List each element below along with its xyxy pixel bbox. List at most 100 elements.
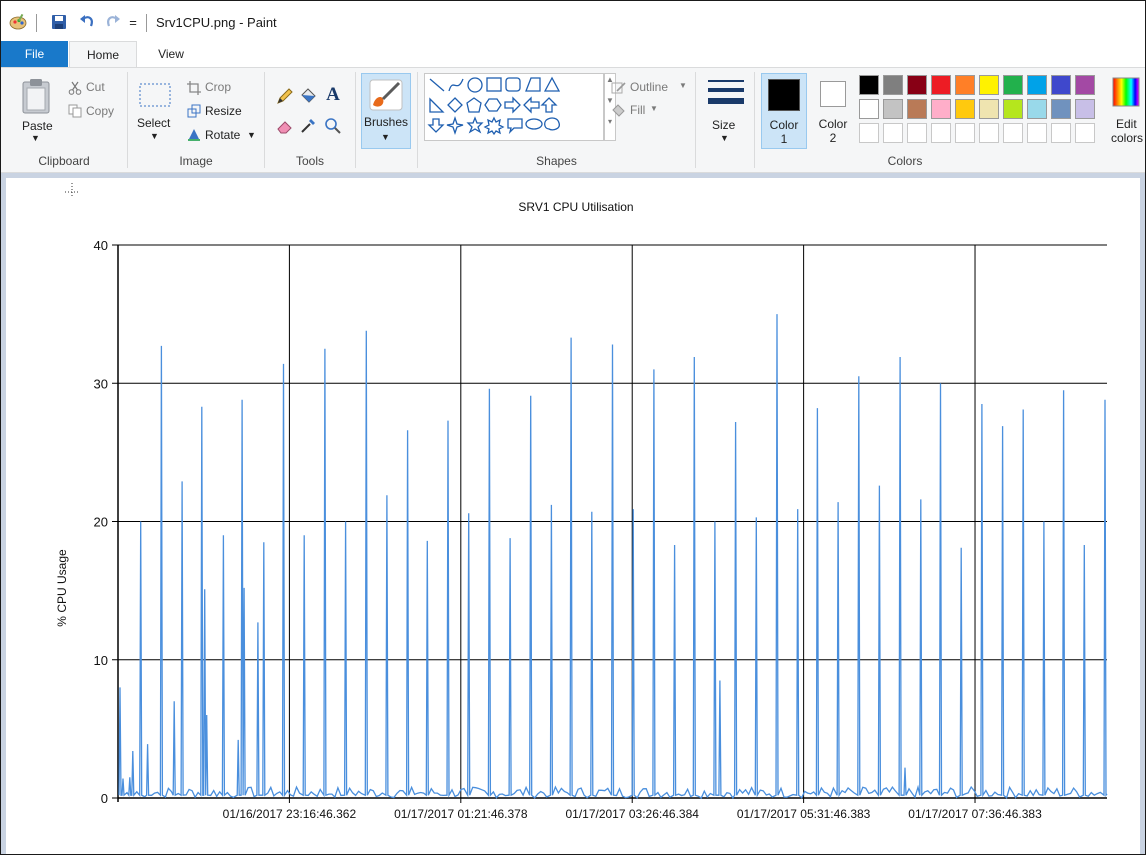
color1-button[interactable]: Color 1 (761, 73, 807, 149)
tab-view[interactable]: View (141, 41, 201, 67)
palette-swatch[interactable] (955, 99, 975, 119)
undo-icon[interactable] (76, 12, 98, 32)
palette-swatch[interactable] (1027, 75, 1047, 95)
drawing-canvas[interactable]: SRV1 CPU Utilisation % CPU Usage 0 10 20 30… (6, 178, 1140, 854)
color-picker-icon[interactable] (298, 116, 318, 136)
outline-button[interactable]: Outline (630, 80, 668, 94)
custom-color-slot[interactable] (1027, 123, 1047, 143)
palette-swatch[interactable] (1075, 75, 1095, 95)
qat-dropdown-glyph: = (129, 14, 137, 30)
crop-icon (186, 80, 202, 96)
selection-handle[interactable] (65, 183, 79, 198)
custom-color-slot[interactable] (931, 123, 951, 143)
custom-color-slot[interactable] (1051, 123, 1071, 143)
edit-colors-label-2[interactable]: colors (1111, 131, 1143, 145)
ribbon: Paste ▼ Cut Copy Clipboard Select ▼ Crop… (1, 67, 1145, 173)
outline-dropdown-icon[interactable]: ▼ (679, 81, 687, 90)
palette-swatch[interactable] (979, 99, 999, 119)
brushes-label: Brushes (363, 115, 409, 129)
select-label[interactable]: Select (137, 116, 170, 130)
window-title: Srv1CPU.png - Paint (156, 15, 277, 30)
chart-title: SRV1 CPU Utilisation (518, 200, 633, 214)
y-tick-label: 10 (94, 653, 108, 668)
custom-color-slot[interactable] (1003, 123, 1023, 143)
cut-button[interactable]: Cut (86, 80, 105, 94)
copy-icon (67, 103, 83, 119)
fill-bucket-icon[interactable] (298, 86, 318, 106)
x-tick-label: 01/17/2017 03:26:46.384 (565, 807, 699, 821)
palette-swatch[interactable] (883, 75, 903, 95)
cpu-chart: SRV1 CPU Utilisation % CPU Usage 0 10 20 30… (55, 183, 1108, 821)
fill-button[interactable]: Fill (630, 103, 645, 117)
outline-icon (610, 80, 628, 96)
color1-label: Color (769, 118, 799, 132)
color2-label: Color (818, 117, 848, 131)
x-tick-label: 01/16/2017 23:16:46.362 (223, 807, 357, 821)
palette-swatch[interactable] (1027, 99, 1047, 119)
color2-button[interactable]: Color 2 (811, 73, 857, 149)
copy-button[interactable]: Copy (86, 104, 114, 118)
palette-swatch[interactable] (1051, 75, 1071, 95)
palette-swatch[interactable] (859, 75, 879, 95)
edit-colors-label-1[interactable]: Edit (1116, 117, 1137, 131)
y-tick-label: 20 (94, 515, 108, 530)
y-axis-label: % CPU Usage (55, 549, 69, 627)
tab-file[interactable]: File (1, 41, 68, 67)
palette-swatch[interactable] (1051, 99, 1071, 119)
title-bar: = Srv1CPU.png - Paint (1, 1, 1145, 41)
text-tool-icon[interactable]: A (323, 84, 343, 105)
palette-swatch[interactable] (883, 99, 903, 119)
tools-group: A Tools (265, 68, 355, 172)
x-tick-label: 01/17/2017 05:31:46.383 (737, 807, 871, 821)
eraser-icon[interactable] (275, 116, 295, 136)
fill-icon (610, 102, 628, 118)
customize-qat-dropdown[interactable]: = (127, 12, 139, 32)
crop-button[interactable]: Crop (205, 80, 231, 94)
custom-color-slot[interactable] (955, 123, 975, 143)
redo-icon[interactable] (102, 12, 124, 32)
select-icon[interactable] (138, 82, 172, 108)
y-tick-label: 40 (94, 238, 108, 253)
shapes-gallery[interactable] (424, 73, 604, 141)
palette-swatch[interactable] (1003, 75, 1023, 95)
select-dropdown-icon[interactable]: ▼ (150, 131, 159, 141)
magnifier-icon[interactable] (323, 116, 343, 136)
tools-group-label: Tools (295, 154, 324, 168)
x-tick-label: 01/17/2017 01:21:46.378 (394, 807, 528, 821)
palette-swatch[interactable] (931, 75, 951, 95)
title-separator (146, 14, 147, 32)
palette-swatch[interactable] (979, 75, 999, 95)
custom-color-slot[interactable] (1075, 123, 1095, 143)
clipboard-group: Paste ▼ Cut Copy Clipboard (1, 68, 127, 172)
paste-label[interactable]: Paste (22, 119, 53, 133)
size-label[interactable]: Size (712, 118, 735, 132)
paste-icon[interactable] (19, 76, 53, 116)
resize-button[interactable]: Resize (205, 104, 242, 118)
fill-dropdown-icon[interactable]: ▼ (650, 104, 658, 113)
tab-home[interactable]: Home (69, 41, 137, 67)
brushes-button[interactable]: Brushes ▼ (361, 73, 411, 149)
paste-dropdown-icon[interactable]: ▼ (31, 133, 40, 143)
palette-swatch[interactable] (1003, 99, 1023, 119)
custom-color-slot[interactable] (859, 123, 879, 143)
custom-color-slot[interactable] (883, 123, 903, 143)
edit-colors-icon[interactable] (1111, 76, 1141, 108)
size-dropdown-icon[interactable]: ▼ (720, 133, 729, 143)
paint-app-icon[interactable] (7, 12, 29, 32)
palette-swatch[interactable] (907, 99, 927, 119)
y-axis-ticks: 0 10 20 30 40 (94, 238, 118, 806)
palette-swatch[interactable] (907, 75, 927, 95)
palette-swatch[interactable] (955, 75, 975, 95)
size-icon[interactable] (706, 76, 746, 112)
save-icon[interactable] (48, 12, 70, 32)
image-group: Select ▼ Crop Resize Rotate ▼ Image (128, 68, 264, 172)
rotate-dropdown-icon[interactable]: ▼ (247, 130, 256, 140)
custom-color-slot[interactable] (907, 123, 927, 143)
resize-icon (186, 103, 202, 119)
pencil-icon[interactable] (275, 86, 295, 106)
palette-swatch[interactable] (1075, 99, 1095, 119)
custom-color-slot[interactable] (979, 123, 999, 143)
palette-swatch[interactable] (931, 99, 951, 119)
rotate-button[interactable]: Rotate (205, 128, 240, 142)
palette-swatch[interactable] (859, 99, 879, 119)
